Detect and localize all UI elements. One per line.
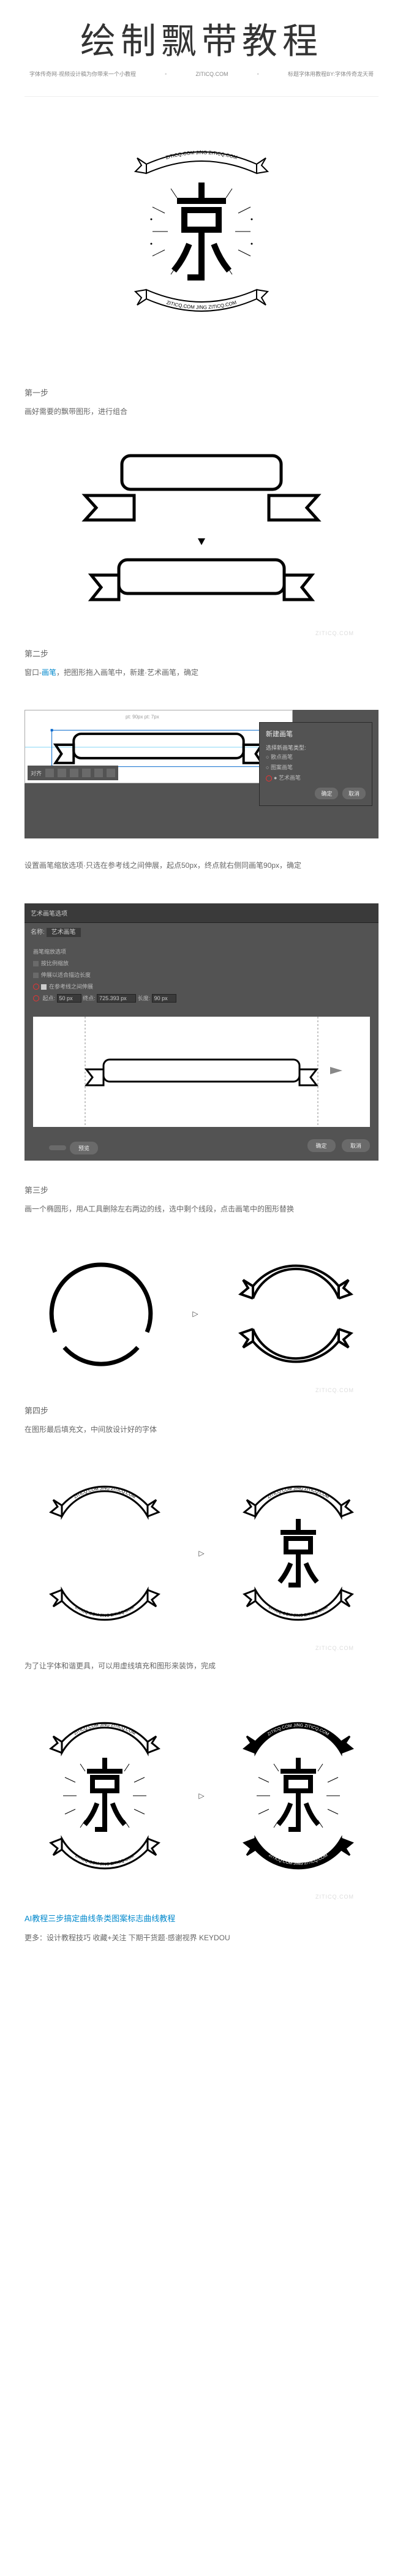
screenshot-new-brush: pt: 90px pt: 7px 对齐 新建画笔 选择新画笔类型: ○ 散点画笔…: [24, 710, 379, 838]
step4-label: 第四步: [24, 1399, 379, 1421]
sub-left: 字体传奇网·视频设计稿为你带来一个小教程: [29, 70, 136, 78]
end-input[interactable]: [97, 994, 136, 1003]
cancel-button[interactable]: 取消: [342, 788, 366, 799]
step3-desc: 画一个椭圆形，用A工具删除左右两边的线，选中剩个线段，点击画笔中的图形替换: [24, 1200, 379, 1235]
step2-desc: 窗口-画笔，把图形拖入画笔中，新建·艺术画笔，确定: [24, 664, 379, 698]
len-input[interactable]: [152, 994, 176, 1003]
step3-label: 第三步: [24, 1179, 379, 1200]
step1-label: 第一步: [24, 382, 379, 403]
radio-scatter[interactable]: ○ 散点画笔: [266, 751, 366, 762]
step2-caption: 设置画笔缩放选项·只选在参考线之间伸展，起点50px，终点就右侧同画笔90px，…: [24, 857, 379, 891]
step3-diagram: ▷ ZITICQ.COM: [24, 1234, 379, 1399]
opt-proportional[interactable]: 按比例缩放: [33, 957, 370, 969]
sub-right: 标题字体用教程BY:字体传奇龙天哥: [288, 70, 374, 78]
step4-desc: 在图形最后填充文，中间放设计好的字体: [24, 1421, 379, 1455]
step4-diagram-b: ZITICQ.COM JING ZITICQ.COM ZITICQ.COM JI…: [24, 1692, 379, 1906]
radio-art[interactable]: ● 艺术画笔: [266, 772, 366, 783]
svg-text:ZITICQ.COM JING ZITICQ.COM: ZITICQ.COM JING ZITICQ.COM: [165, 149, 238, 160]
len-label: 长度:: [138, 995, 151, 1001]
ok-button[interactable]: 确定: [315, 788, 338, 799]
sub-center: ZITICQ.COM: [195, 71, 228, 77]
ruler-readout: pt: 90px pt: 7px: [123, 713, 162, 721]
step2-label: 第二步: [24, 642, 379, 664]
step4-diagram-a: ZITICQ.COM JING ZITICQ.COM ZITICQ.COM JI…: [24, 1455, 379, 1657]
new-brush-dialog: 新建画笔 选择新画笔类型: ○ 散点画笔 ○ 图案画笔 ● 艺术画笔 确定 取消: [259, 722, 372, 806]
footer-title[interactable]: AI教程三步搞定曲线条类图案标志曲线教程: [24, 1906, 379, 1930]
start-input[interactable]: [57, 994, 81, 1003]
radio-pattern[interactable]: ○ 图案画笔: [266, 762, 366, 772]
dot-icon: •: [257, 71, 259, 77]
opt-guides[interactable]: 在参考线之间伸展: [33, 981, 370, 992]
watermark: ZITICQ.COM: [315, 630, 354, 636]
watermark: ZITICQ.COM: [315, 1894, 354, 1900]
brush-link[interactable]: 画笔: [42, 668, 56, 677]
scale-options-label: 画笔缩放选项: [33, 946, 370, 957]
svg-text:ZITICQ.COM JING ZITICQ.COM: ZITICQ.COM JING ZITICQ.COM: [266, 1486, 330, 1499]
dialog-titlebar: 艺术画笔选项: [24, 903, 379, 923]
opt-stretch[interactable]: 伸展以适合描边长度: [33, 969, 370, 981]
svg-text:ZITICQ.COM JING ZITICQ.COM: ZITICQ.COM JING ZITICQ.COM: [73, 1723, 137, 1736]
brush-name-field[interactable]: 艺术画笔: [47, 928, 81, 937]
name-label: 名称: [31, 929, 43, 936]
watermark: ZITICQ.COM: [315, 1387, 354, 1393]
svg-text:ZITICQ.COM JING ZITICQ.COM: ZITICQ.COM JING ZITICQ.COM: [73, 1486, 137, 1499]
subtitle-bar: 字体传奇网·视频设计稿为你带来一个小教程 • ZITICQ.COM • 标题字体…: [24, 70, 379, 97]
brush-preview: [33, 1017, 370, 1127]
page-title: 绘制飘带教程: [24, 0, 379, 70]
main-logo: ZITICQ.COM JING ZITICQ.COM ZITICQ.COM JI…: [24, 97, 379, 382]
step1-diagram: ZITICQ.COM: [24, 437, 379, 642]
preview-checkbox[interactable]: 预览: [70, 1142, 98, 1154]
cancel-button[interactable]: 取消: [342, 1139, 370, 1152]
arrow-icon: ▷: [192, 1309, 198, 1318]
ok-button[interactable]: 确定: [307, 1139, 336, 1152]
dialog-title: 新建画笔: [266, 729, 366, 739]
svg-text:ZITICQ.COM JING ZITICQ.COM: ZITICQ.COM JING ZITICQ.COM: [266, 1723, 329, 1737]
watermark: ZITICQ.COM: [315, 1645, 354, 1651]
dialog-label: 选择新画笔类型:: [266, 744, 366, 751]
step1-desc: 画好需要的飘带图形，进行组合: [24, 403, 379, 437]
arrow-icon: ▷: [198, 1791, 204, 1800]
footer-desc: 更多：设计教程技巧 收藏+关注 下期干货题·感谢视界 KEYDOU: [24, 1930, 379, 1955]
screenshot-brush-options: 艺术画笔选项 名称: 艺术画笔 画笔缩放选项 按比例缩放 伸展以适合描边长度 在…: [24, 903, 379, 1161]
step4-desc2: 为了让字体和谐更具，可以用虚线填充和图形来装饰，完成: [24, 1657, 379, 1692]
dot-icon: •: [165, 71, 167, 77]
arrow-icon: ▷: [198, 1549, 204, 1557]
align-panel[interactable]: 对齐: [28, 766, 118, 780]
start-label: 起点:: [43, 995, 56, 1001]
end-label: 终点:: [83, 995, 96, 1001]
